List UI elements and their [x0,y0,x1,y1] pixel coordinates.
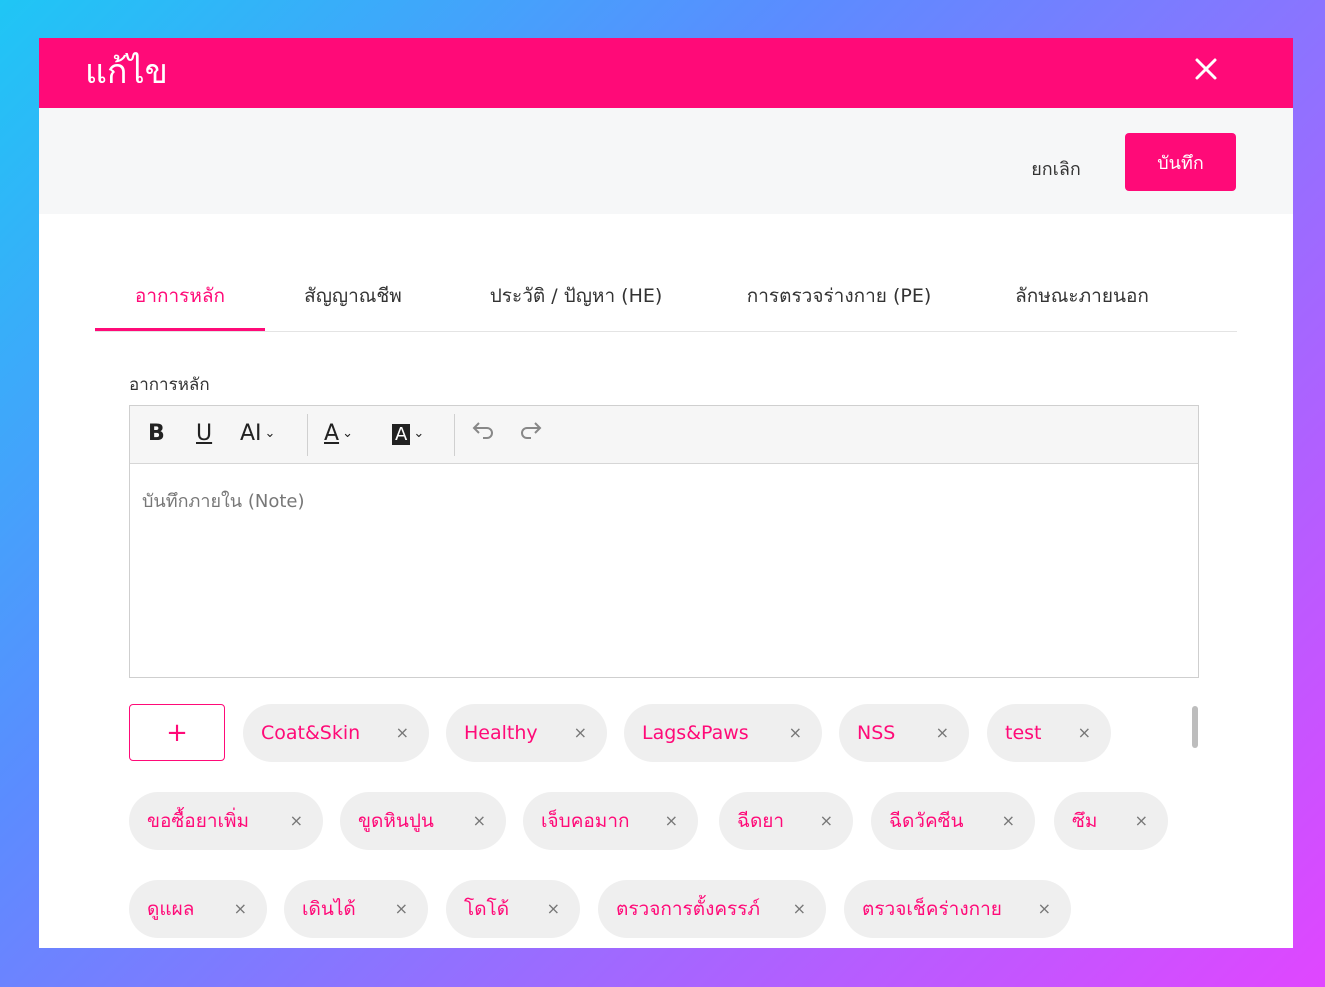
tag-chip[interactable]: เจ็บคอมาก × [523,792,698,850]
editor-toolbar: B U AI ⌄ A ⌄ A ⌄ [130,406,1198,464]
remove-tag-icon[interactable]: × [820,792,833,850]
tag-chip[interactable]: ตรวจเช็คร่างกาย × [844,880,1071,938]
underline-button[interactable]: U [196,418,212,450]
tag-chip[interactable]: Lags&Paws × [624,704,822,762]
chevron-down-icon: ⌄ [413,426,425,441]
edit-dialog: แก้ไข ยกเลิก บันทึก อาการหลัก สัญญาณชีพ … [39,38,1293,948]
tag-label: ตรวจการตั้งครรภ์ [616,898,760,920]
dialog-header: แก้ไข [39,38,1293,108]
tag-label: test [1005,722,1042,744]
remove-tag-icon[interactable]: × [547,880,560,938]
tag-label: ฉีดยา [737,810,785,832]
tag-chip[interactable]: Healthy × [446,704,607,762]
tag-label: ตรวจเช็คร่างกาย [862,898,1002,920]
remove-tag-icon[interactable]: × [1038,880,1051,938]
tag-chip[interactable]: test × [987,704,1111,762]
tag-label: ดูแผล [147,898,195,920]
tag-label: Lags&Paws [642,722,749,744]
highlight-button[interactable]: A ⌄ [392,418,424,450]
action-bar: ยกเลิก บันทึก [39,108,1293,214]
tab-physical-exam[interactable]: การตรวจร่างกาย (PE) [719,262,959,330]
undo-icon[interactable] [470,418,496,450]
tag-label: เดินได้ [302,898,356,920]
save-button[interactable]: บันทึก [1125,133,1236,191]
bold-button[interactable]: B [148,418,165,450]
cancel-button[interactable]: ยกเลิก [1001,139,1111,197]
font-size-label: AI [240,421,262,446]
note-textarea[interactable]: บันทึกภายใน (Note) [130,464,1198,678]
remove-tag-icon[interactable]: × [665,792,678,850]
font-size-button[interactable]: AI ⌄ [240,418,275,450]
tag-label: Coat&Skin [261,722,361,744]
remove-tag-icon[interactable]: × [234,880,247,938]
tab-history[interactable]: ประวัติ / ปัญหา (HE) [461,262,691,330]
tag-chip[interactable]: ขอซื้อยาเพิ่ม × [129,792,323,850]
tag-chip[interactable]: ตรวจการตั้งครรภ์ × [598,880,826,938]
toolbar-divider [307,414,308,456]
tag-chip[interactable]: ขูดหินปูน × [340,792,506,850]
tag-chip[interactable]: ฉีดวัคซีน × [871,792,1035,850]
remove-tag-icon[interactable]: × [473,792,486,850]
font-color-button[interactable]: A ⌄ [324,418,353,450]
tab-vital-signs[interactable]: สัญญาณชีพ [273,262,433,330]
font-color-label: A [324,421,340,446]
tag-label: ขอซื้อยาเพิ่ม [147,810,250,832]
tag-chip[interactable]: ฉีดยา × [719,792,853,850]
toolbar-divider [454,414,455,456]
field-label: อาการหลัก [129,375,210,395]
remove-tag-icon[interactable]: × [793,880,806,938]
tag-label: ซึม [1072,810,1098,832]
chevron-down-icon: ⌄ [264,426,276,441]
remove-tag-icon[interactable]: × [1002,792,1015,850]
remove-tag-icon[interactable]: × [574,704,587,762]
remove-tag-icon[interactable]: × [936,704,949,762]
tab-bar: อาการหลัก สัญญาณชีพ ประวัติ / ปัญหา (HE)… [95,262,1237,332]
tag-chip[interactable]: ซึม × [1054,792,1168,850]
tag-label: ขูดหินปูน [358,810,434,832]
remove-tag-icon[interactable]: × [395,880,408,938]
dialog-title: แก้ไข [85,52,168,92]
highlight-label: A [392,424,411,445]
tag-label: โดโด้ [464,898,510,920]
tag-chip[interactable]: โดโด้ × [446,880,580,938]
tag-scrollbar[interactable] [1192,706,1198,748]
tag-label: เจ็บคอมาก [541,810,630,832]
tab-chief-complaint[interactable]: อาการหลัก [95,262,265,331]
tag-label: Healthy [464,722,538,744]
remove-tag-icon[interactable]: × [789,704,802,762]
tag-chip[interactable]: ดูแผล × [129,880,267,938]
chevron-down-icon: ⌄ [342,426,353,441]
tag-label: NSS [857,722,896,744]
rich-text-editor: B U AI ⌄ A ⌄ A ⌄ บันทึกภายใน (Note) [129,405,1199,678]
tag-label: ฉีดวัคซีน [889,810,964,832]
redo-icon[interactable] [518,418,544,450]
add-tag-button[interactable]: + [129,704,225,761]
remove-tag-icon[interactable]: × [290,792,303,850]
tab-appearance[interactable]: ลักษณะภายนอก [987,262,1177,330]
remove-tag-icon[interactable]: × [1135,792,1148,850]
remove-tag-icon[interactable]: × [1078,704,1091,762]
tag-chip[interactable]: NSS × [839,704,969,762]
tag-chip[interactable]: เดินได้ × [284,880,428,938]
close-icon[interactable] [1189,52,1223,86]
tag-chip[interactable]: Coat&Skin × [243,704,429,762]
remove-tag-icon[interactable]: × [396,704,409,762]
